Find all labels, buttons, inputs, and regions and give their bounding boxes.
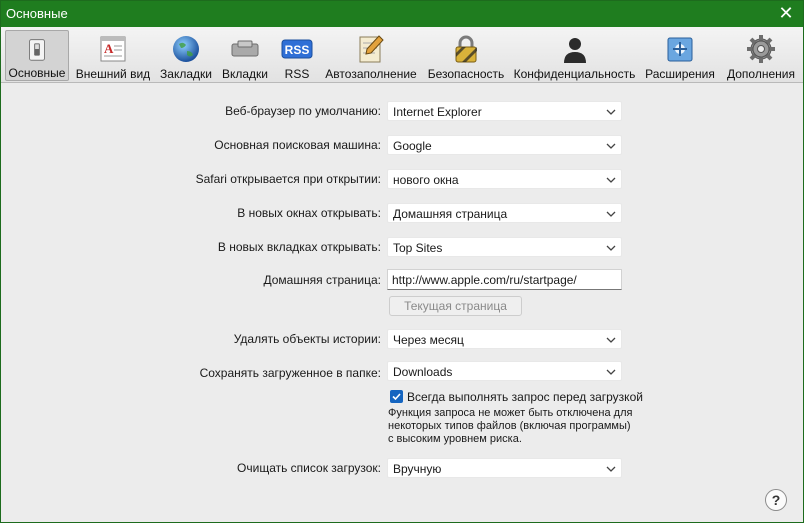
puzzle-icon — [667, 37, 693, 62]
row-remove-history: Удалять объекты истории: Через месяц — [1, 329, 803, 349]
new-tabs-label: В новых вкладках открывать: — [217, 240, 381, 254]
help-button[interactable]: ? — [765, 489, 787, 511]
new-tabs-select[interactable]: Top Sites — [387, 237, 622, 257]
chevron-down-icon — [606, 109, 616, 115]
new-windows-label: В новых окнах открывать: — [237, 206, 381, 220]
default-browser-label: Веб-браузер по умолчанию: — [225, 104, 381, 118]
preferences-window: Основные ✕ Основные A Внешний вид Заклад… — [0, 0, 804, 523]
save-downloads-select[interactable]: Downloads — [387, 361, 622, 381]
safari-opens-value: нового окна — [393, 173, 459, 187]
title-bar[interactable]: Основные ✕ — [1, 1, 803, 27]
always-ask-label[interactable]: Всегда выполнять запрос перед загрузкой — [407, 390, 643, 404]
safari-opens-select[interactable]: нового окна — [387, 169, 622, 189]
search-engine-value: Google — [393, 139, 432, 153]
tab-rss[interactable]: RSS RSS — [277, 30, 317, 81]
homepage-field[interactable] — [387, 269, 622, 290]
row-default-browser: Веб-браузер по умолчанию: Internet Explo… — [1, 101, 803, 121]
rss-icon: RSS — [281, 39, 313, 59]
tab-appearance[interactable]: A Внешний вид — [72, 30, 154, 81]
tab-security-label: Безопасность — [427, 67, 505, 81]
tab-advanced[interactable]: Дополнения — [724, 30, 798, 81]
chevron-down-icon — [606, 211, 616, 217]
tab-tabs[interactable]: Вкладки — [219, 30, 271, 81]
chevron-down-icon — [606, 369, 616, 375]
search-engine-select[interactable]: Google — [387, 135, 622, 155]
switch-icon — [29, 39, 45, 61]
save-downloads-label: Сохранять загруженное в папке: — [199, 366, 381, 380]
chevron-down-icon — [606, 337, 616, 343]
remove-history-value: Через месяц — [393, 333, 464, 347]
row-homepage: Домашняя страница: — [1, 269, 803, 290]
tab-extensions-label: Расширения — [645, 67, 715, 81]
tab-general-label: Основные — [8, 66, 66, 80]
tab-autofill-label: Автозаполнение — [325, 67, 417, 81]
always-ask-checkbox[interactable] — [390, 390, 403, 403]
clear-downloads-label: Очищать список загрузок: — [237, 461, 381, 475]
person-silhouette-icon — [563, 38, 586, 63]
tab-rss-label: RSS — [284, 67, 310, 81]
homepage-label: Домашняя страница: — [263, 273, 382, 287]
chevron-down-icon — [606, 245, 616, 251]
globe-icon — [173, 36, 199, 62]
new-tabs-value: Top Sites — [393, 241, 443, 255]
tab-privacy-label: Конфиденциальность — [513, 67, 636, 81]
gear-icon — [747, 35, 775, 63]
tab-security[interactable]: Безопасность — [426, 30, 506, 81]
chevron-down-icon — [606, 177, 616, 183]
clear-downloads-select[interactable]: Вручную — [387, 458, 622, 478]
row-safari-opens: Safari открывается при открытии: нового … — [1, 169, 803, 189]
tab-tabs-label: Вкладки — [221, 67, 269, 81]
tab-bookmarks[interactable]: Закладки — [156, 30, 216, 81]
homepage-input[interactable] — [388, 270, 621, 289]
row-new-windows: В новых окнах открывать: Домашняя страни… — [1, 203, 803, 223]
lock-icon — [455, 35, 477, 63]
tab-extensions[interactable]: Расширения — [642, 30, 718, 81]
current-page-button[interactable]: Текущая страница — [389, 296, 522, 316]
svg-text:A: A — [104, 41, 114, 56]
remove-history-label: Удалять объекты истории: — [233, 332, 381, 346]
tab-privacy[interactable]: Конфиденциальность — [513, 30, 636, 81]
tab-general[interactable]: Основные — [5, 30, 69, 81]
tab-bookmarks-label: Закладки — [160, 67, 212, 81]
new-windows-value: Домашняя страница — [393, 207, 508, 221]
tabs-icon — [231, 40, 259, 57]
chevron-down-icon — [606, 143, 616, 149]
safari-opens-label: Safari открывается при открытии: — [195, 172, 381, 186]
default-browser-value: Internet Explorer — [393, 105, 482, 119]
autofill-pencil-icon — [359, 35, 384, 63]
close-icon[interactable]: ✕ — [775, 3, 797, 25]
clear-downloads-value: Вручную — [393, 462, 442, 476]
toolbar: Основные A Внешний вид Закладки Вкладки … — [1, 27, 803, 83]
save-downloads-value: Downloads — [393, 365, 453, 379]
row-new-tabs: В новых вкладках открывать: Top Sites — [1, 237, 803, 257]
tab-appearance-label: Внешний вид — [75, 67, 151, 81]
row-search-engine: Основная поисковая машина: Google — [1, 135, 803, 155]
window-title: Основные — [6, 6, 68, 21]
appearance-icon: A — [100, 36, 126, 62]
default-browser-select[interactable]: Internet Explorer — [387, 101, 622, 121]
row-save-downloads: Сохранять загруженное в папке: Downloads — [1, 361, 803, 381]
new-windows-select[interactable]: Домашняя страница — [387, 203, 622, 223]
rss-badge-text: RSS — [285, 43, 310, 57]
tab-advanced-label: Дополнения — [727, 67, 795, 81]
chevron-down-icon — [606, 466, 616, 472]
tab-autofill[interactable]: Автозаполнение — [323, 30, 419, 81]
checkmark-icon — [392, 393, 401, 401]
search-engine-label: Основная поисковая машина: — [214, 138, 381, 152]
remove-history-select[interactable]: Через месяц — [387, 329, 622, 349]
row-clear-downloads: Очищать список загрузок: Вручную — [1, 458, 803, 478]
risk-note: Функция запроса не может быть отключена … — [388, 407, 633, 445]
